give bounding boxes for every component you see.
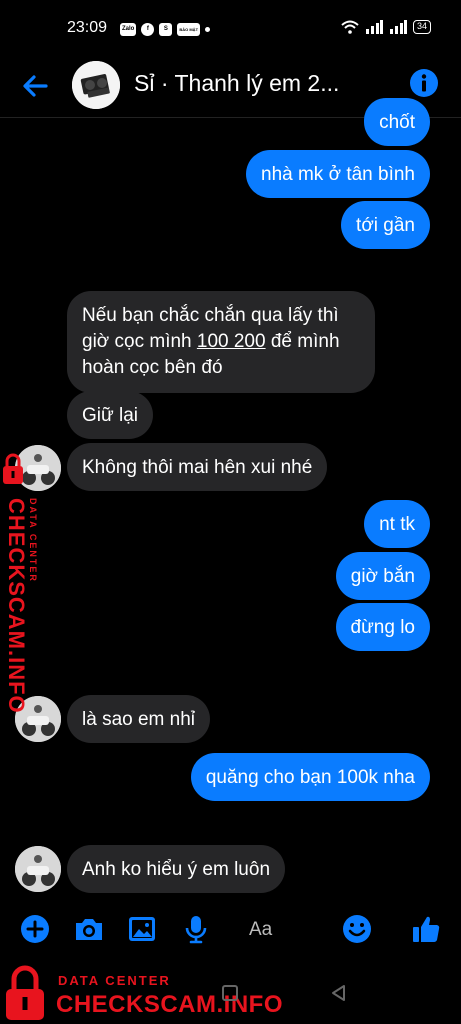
message-bubble-in[interactable]: Nếu bạn chắc chắn qua lấy thì giờ cọc mì… xyxy=(67,291,375,393)
message-input[interactable]: Aa xyxy=(249,919,272,941)
watermark-small-text: DATA CENTER xyxy=(58,973,171,988)
sender-avatar[interactable] xyxy=(15,846,61,892)
message-bubble-out[interactable]: quăng cho bạn 100k nha xyxy=(190,753,430,801)
emoji-icon[interactable] xyxy=(341,913,373,945)
message-bubble-in[interactable]: Không thôi mai hên xui nhé xyxy=(67,443,328,491)
amount-link[interactable]: 100 200 xyxy=(197,331,266,352)
image-icon[interactable] xyxy=(126,913,158,945)
message-bubble-in[interactable]: là sao em nhỉ xyxy=(67,695,211,743)
wifi-icon xyxy=(341,20,359,34)
message-text: giờ cọc mình xyxy=(82,331,197,352)
bao-mat-icon: BẢO MẬT xyxy=(177,22,201,36)
signal-icon-2 xyxy=(389,20,407,34)
message-bubble-out[interactable]: giờ bắn xyxy=(335,552,430,600)
graphics-card-image xyxy=(72,61,120,109)
status-bar: 23:09 Zalo f S BẢO MẬT 34 xyxy=(0,0,461,58)
nav-home-button[interactable] xyxy=(222,985,238,1001)
message-bubble-out[interactable]: nhà mk ở tân bình xyxy=(246,150,430,198)
back-arrow-icon[interactable] xyxy=(18,68,54,104)
more-notifications-icon xyxy=(205,26,211,32)
zalo-icon: Zalo xyxy=(120,22,137,36)
plus-icon[interactable] xyxy=(19,913,51,945)
message-bubble-in[interactable]: Anh ko hiểu ý em luôn xyxy=(67,845,286,893)
message-line: hoàn cọc bên đó xyxy=(82,357,223,378)
microphone-icon[interactable] xyxy=(180,913,212,945)
thumbs-up-icon[interactable] xyxy=(410,913,442,945)
message-line: giờ cọc mình 100 200 để mình xyxy=(82,329,360,355)
watermark-lock-icon xyxy=(3,453,23,484)
battery-icon: 34 xyxy=(412,20,431,34)
motorbike-photo xyxy=(15,846,61,892)
conversation-title[interactable]: Sỉ · Thanh lý em 2... xyxy=(134,70,339,97)
watermark-big-text: CHECKSCAM.INFO xyxy=(56,991,283,1018)
message-bubble-out[interactable]: nt tk xyxy=(364,500,430,548)
nav-back-icon[interactable] xyxy=(330,984,348,1002)
message-bubble-in[interactable]: Giữ lại xyxy=(67,391,154,439)
shopee-icon: S xyxy=(159,22,173,36)
camera-icon[interactable] xyxy=(73,913,105,945)
watermark-big-text: CHECKSCAM.INFO xyxy=(4,498,29,714)
message-bubble-out[interactable]: tới gần xyxy=(341,201,430,249)
info-icon[interactable] xyxy=(409,68,439,98)
bottom-bar: DATA CENTER CHECKSCAM.INFO xyxy=(0,960,461,1024)
message-text: để mình xyxy=(265,331,340,352)
status-right: 34 xyxy=(341,20,431,34)
watermark-lock-icon xyxy=(6,965,44,1020)
message-bubble-out[interactable]: chốt xyxy=(364,98,430,146)
composer-bar: Aa xyxy=(0,905,461,955)
conversation-avatar[interactable] xyxy=(72,61,120,109)
facebook-icon: f xyxy=(141,22,155,36)
message-bubble-out[interactable]: đừng lo xyxy=(335,603,430,651)
watermark-small-text: DATA CENTER xyxy=(28,498,38,583)
message-line: Nếu bạn chắc chắn qua lấy thì xyxy=(82,305,339,326)
status-notification-icons: Zalo f S BẢO MẬT xyxy=(120,22,211,36)
status-time: 23:09 xyxy=(67,19,108,36)
signal-icon xyxy=(365,20,383,34)
